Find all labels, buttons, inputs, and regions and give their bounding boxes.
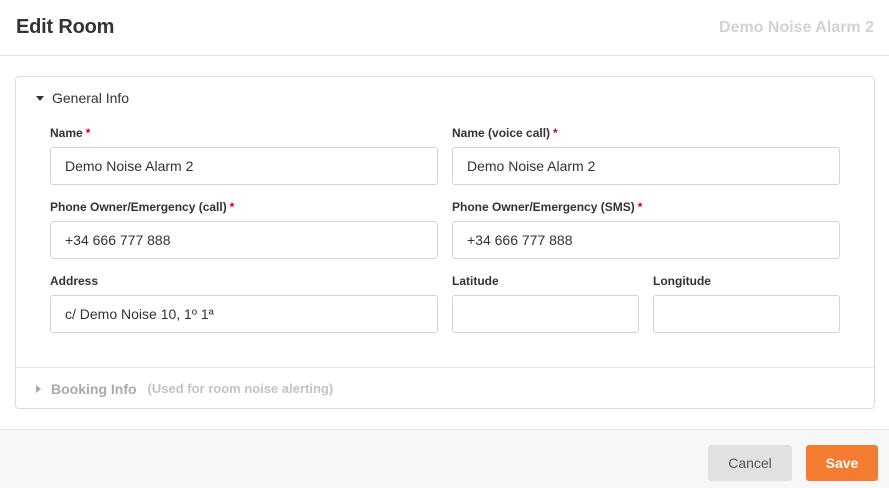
longitude-input[interactable] xyxy=(653,295,840,333)
required-marker: * xyxy=(229,200,235,214)
voice-name-label-text: Name (voice call) xyxy=(452,126,551,140)
latitude-label: Latitude xyxy=(452,274,499,288)
room-form-panel: General Info Name* Name (voice call)* Ph… xyxy=(15,76,875,409)
voice-name-label: Name (voice call) * xyxy=(452,126,558,140)
required-marker: * xyxy=(637,200,643,214)
address-input[interactable] xyxy=(50,295,438,333)
phone-call-input[interactable] xyxy=(50,221,438,259)
phone-sms-input[interactable] xyxy=(452,221,840,259)
page-title: Edit Room xyxy=(16,16,115,38)
name-label: Name * xyxy=(50,126,90,140)
booking-info-note: (Used for room noise alerting) xyxy=(147,381,334,396)
required-marker: * xyxy=(85,126,91,140)
phone-sms-label: Phone Owner/Emergency (SMS) * xyxy=(452,200,642,214)
required-marker: * xyxy=(553,126,558,140)
booking-info-title: Booking Info xyxy=(51,380,137,397)
voice-name-input[interactable] xyxy=(452,147,840,185)
save-button[interactable]: Save xyxy=(806,445,878,481)
phone-call-label-text: Phone Owner/Emergency (call) xyxy=(50,200,227,214)
modal-footer: Cancel Save xyxy=(0,429,889,488)
modal-header: Edit Room Demo Noise Alarm 2 xyxy=(0,0,889,56)
name-label-text: Name xyxy=(50,126,83,140)
address-label: Address xyxy=(50,274,99,288)
longitude-label: Longitude xyxy=(653,274,711,288)
latitude-input[interactable] xyxy=(452,295,639,333)
cancel-button[interactable]: Cancel xyxy=(708,445,792,481)
phone-call-label: Phone Owner/Emergency (call) * xyxy=(50,200,234,214)
booking-info-toggle[interactable]: Booking Info (Used for room noise alerti… xyxy=(16,368,874,409)
general-info-title: General Info xyxy=(52,90,130,106)
name-input[interactable] xyxy=(50,147,438,185)
caret-right-icon xyxy=(36,384,41,393)
caret-down-icon xyxy=(36,96,44,101)
phone-sms-label-text: Phone Owner/Emergency (SMS) xyxy=(452,200,635,214)
room-name-subtitle: Demo Noise Alarm 2 xyxy=(718,18,874,36)
general-info-toggle[interactable]: General Info xyxy=(16,77,874,119)
